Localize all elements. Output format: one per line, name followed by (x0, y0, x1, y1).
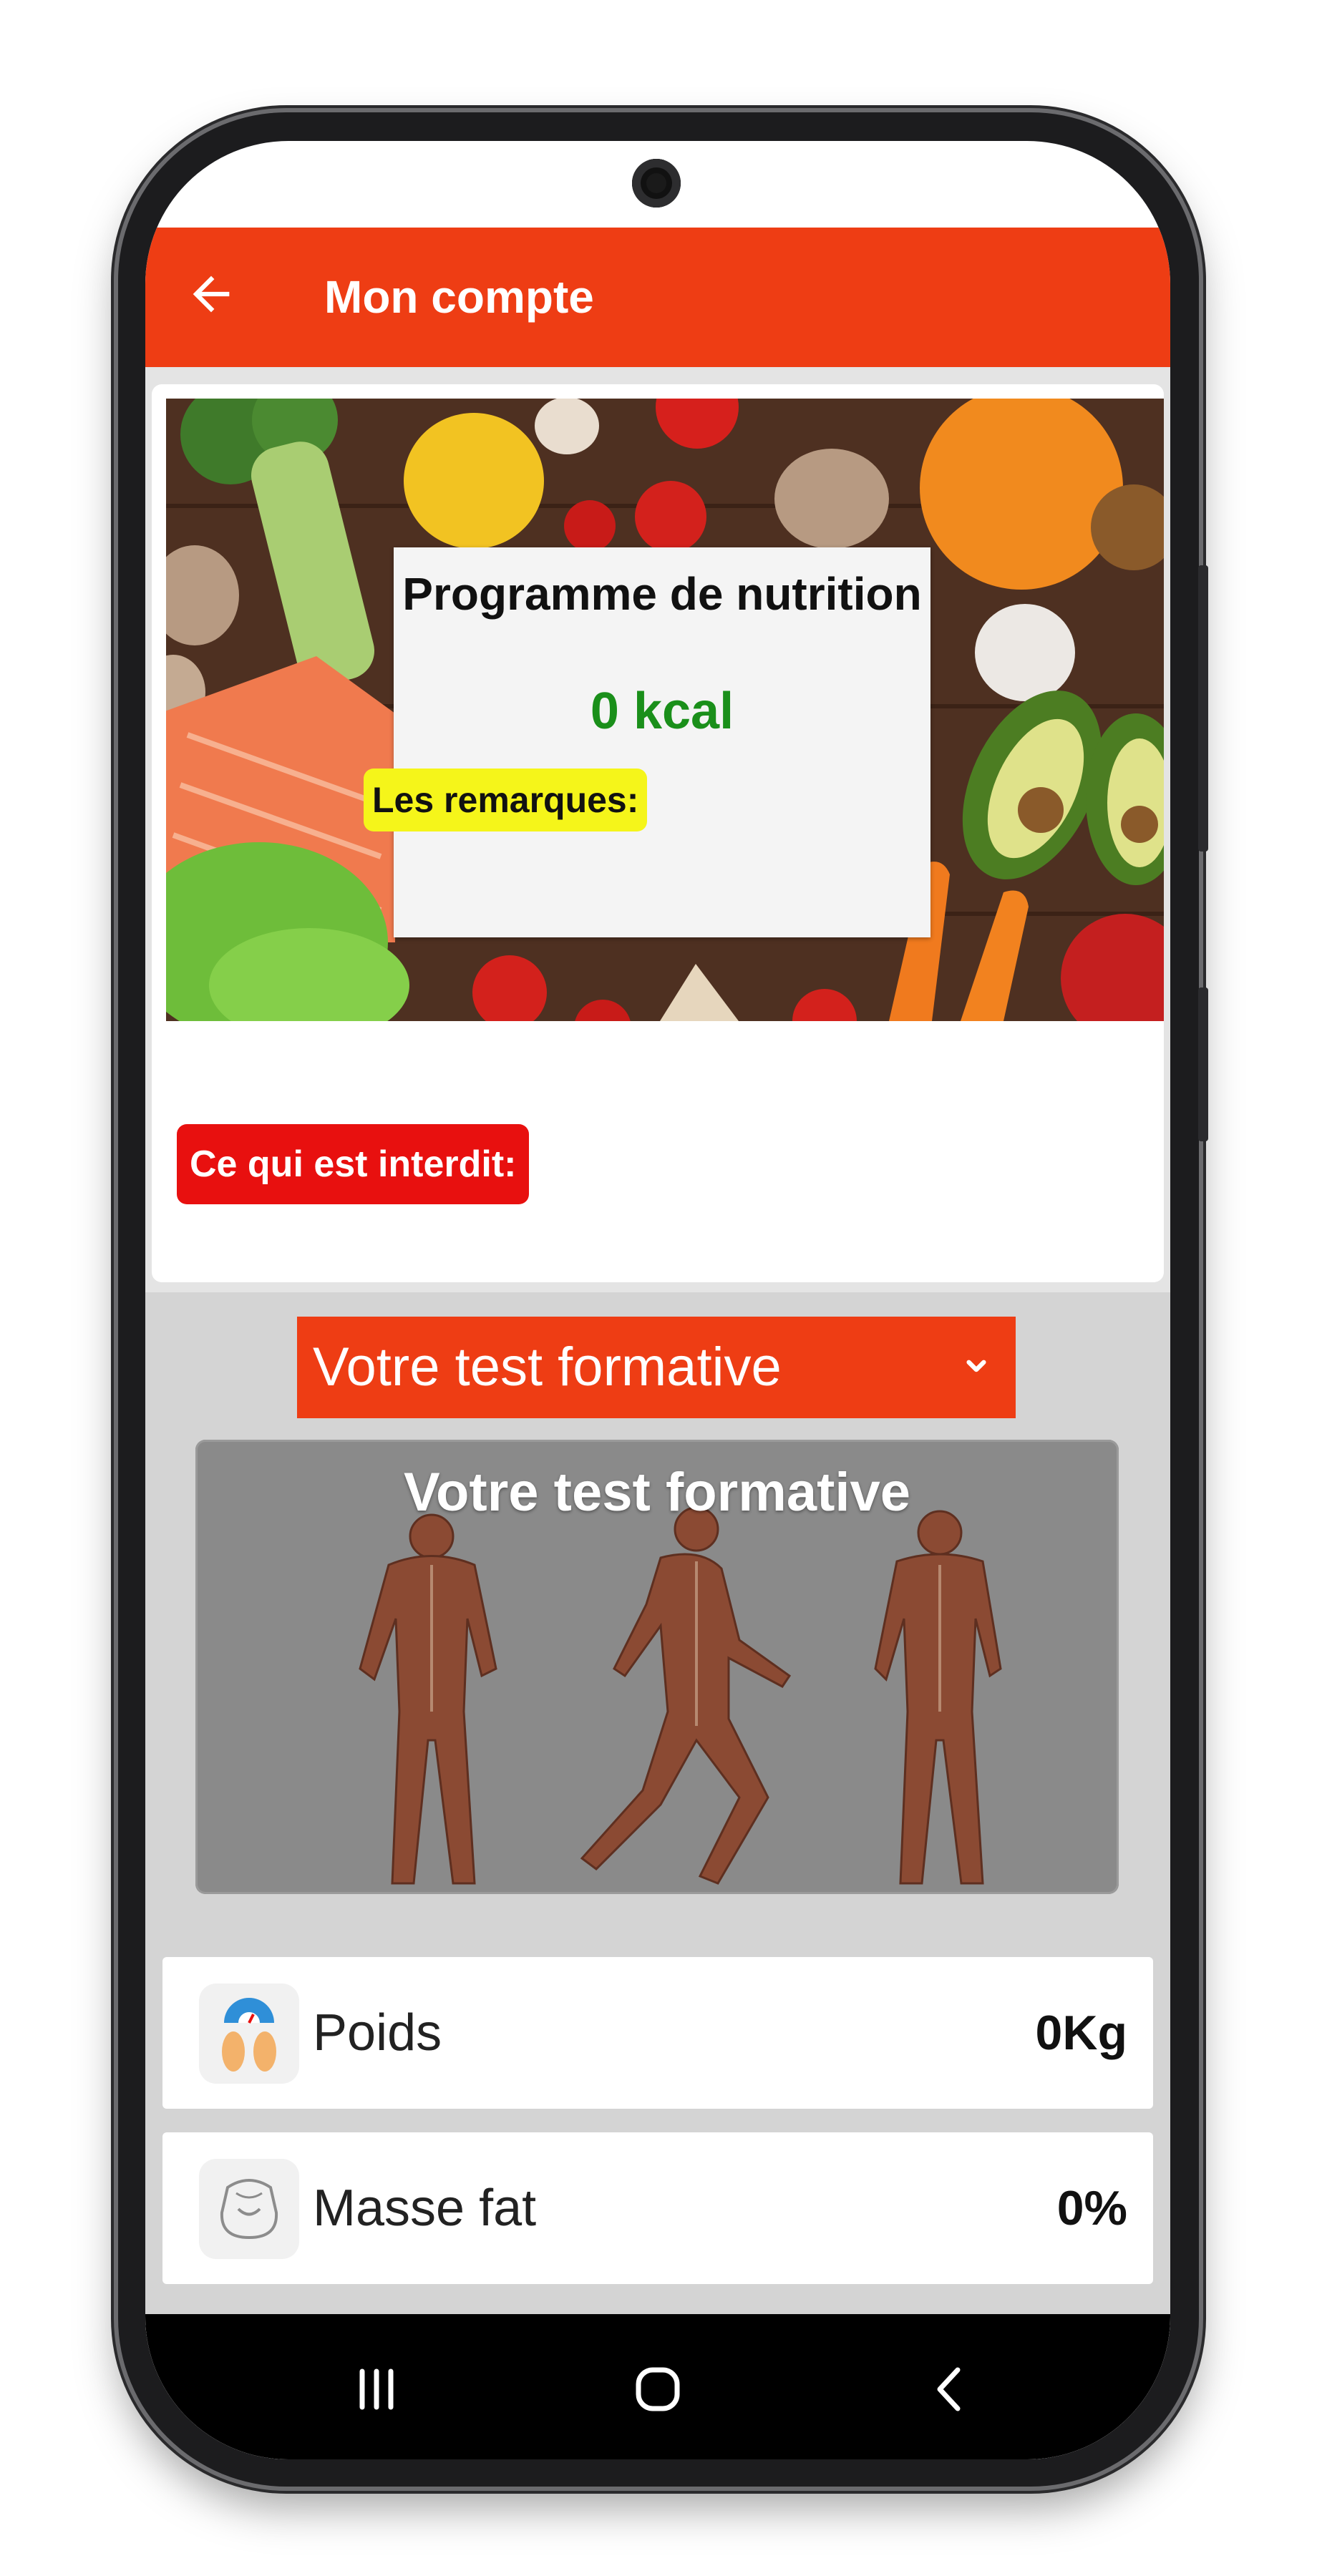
metric-label: Poids (313, 2004, 442, 2062)
forbidden-label: Ce qui est interdit: (177, 1124, 530, 1204)
metric-value: 0% (1056, 2181, 1127, 2235)
metric-label: Masse fat (313, 2180, 537, 2237)
arrow-left-icon[interactable] (184, 267, 238, 321)
anatomy-image-card[interactable]: Votre test formative (195, 1440, 1119, 1894)
power-button (1198, 987, 1208, 1141)
scroll-content: Programme de nutrition 0 kcal Les remarq… (145, 367, 1170, 2459)
front-camera (632, 159, 681, 208)
metric-value: 0Kg (1035, 2006, 1127, 2060)
system-nav-bar (145, 2314, 1170, 2459)
body-fat-icon (199, 2159, 299, 2259)
metric-row-masse-fat[interactable]: Masse fat 0% (162, 2132, 1153, 2284)
page-title: Mon compte (324, 271, 594, 323)
food-banner-image: Programme de nutrition 0 kcal Les remarq… (166, 399, 1164, 1021)
calories-value: 0 kcal (590, 683, 734, 740)
test-dropdown[interactable]: Votre test formative (297, 1317, 1016, 1418)
anatomy-image-title: Votre test formative (403, 1462, 911, 1523)
metric-row-poids[interactable]: Poids 0Kg (162, 1957, 1153, 2109)
nutrition-title: Programme de nutrition (402, 568, 922, 620)
recents-icon[interactable] (344, 2357, 409, 2421)
volume-button (1198, 565, 1208, 852)
chevron-down-icon (966, 1360, 986, 1372)
nutrition-note-panel: Programme de nutrition 0 kcal (394, 547, 930, 937)
test-dropdown-value: Votre test formative (313, 1337, 782, 1397)
remarks-label: Les remarques: (364, 769, 648, 831)
back-icon[interactable] (918, 2357, 983, 2421)
app-bar: Mon compte (145, 228, 1170, 367)
test-section: Votre test formative Votre test formativ… (145, 1292, 1170, 2459)
home-icon[interactable] (626, 2357, 690, 2421)
scale-feet-icon (199, 1984, 299, 2084)
nutrition-card: Programme de nutrition 0 kcal Les remarq… (152, 384, 1164, 1282)
phone-screen: Mon compte Programme de nutrition 0 kcal… (145, 141, 1170, 2459)
